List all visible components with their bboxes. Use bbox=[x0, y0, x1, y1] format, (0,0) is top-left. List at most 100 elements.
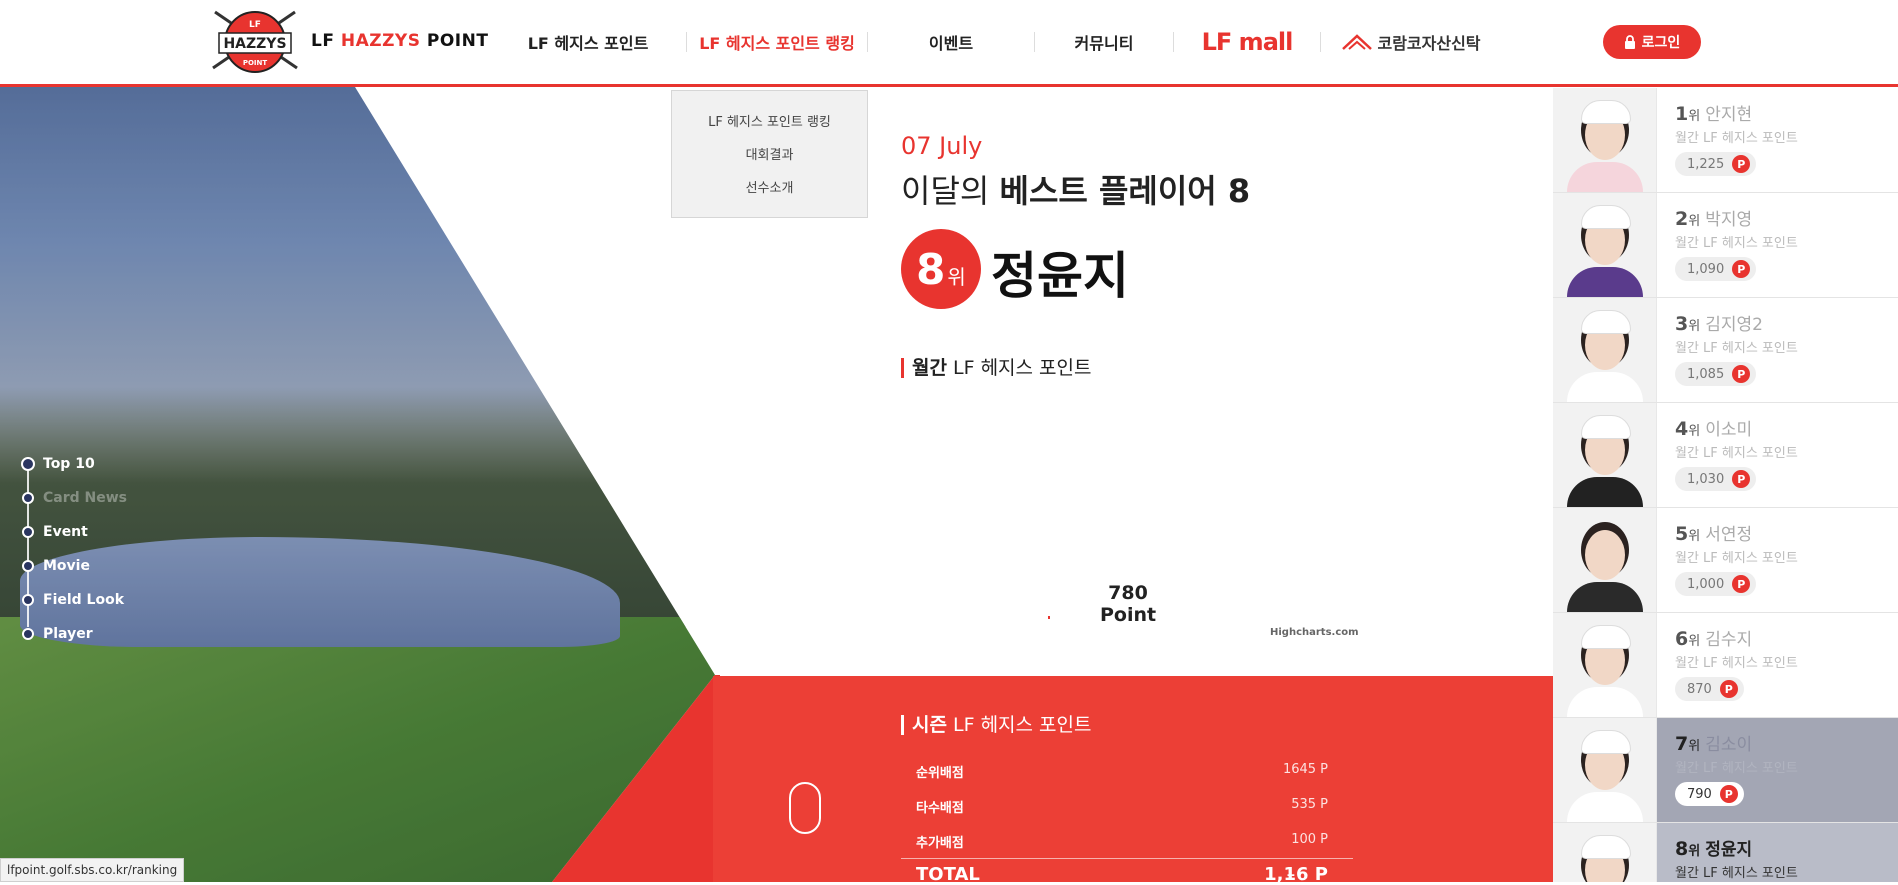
point-icon: P bbox=[1732, 575, 1751, 593]
feature-headline: 이달의 베스트 플레이어 8 bbox=[901, 166, 1250, 212]
points-caption: 월간 LF 헤지스 포인트 bbox=[1675, 236, 1798, 251]
cap bbox=[1581, 205, 1631, 229]
monthly-title-rest: LF 헤지스 포인트 bbox=[953, 357, 1092, 379]
score-label: 순위배점 bbox=[916, 766, 964, 781]
ranking-item-6[interactable]: 6 위 김수지 월간 LF 헤지스 포인트 870 P bbox=[1553, 613, 1898, 718]
points-badge: 1,000 P bbox=[1675, 572, 1757, 596]
kolon-link[interactable]: 코람코자산신탁 bbox=[1321, 30, 1501, 54]
point-icon: P bbox=[1732, 365, 1751, 383]
section-nav-card-news[interactable]: Card News bbox=[22, 481, 127, 515]
ranking-item-8[interactable]: 8 위 정윤지 월간 LF 헤지스 포인트 bbox=[1553, 823, 1898, 882]
ranking-item-5[interactable]: 5 위 서연정 월간 LF 헤지스 포인트 1,000 P bbox=[1553, 508, 1898, 613]
cap bbox=[1581, 625, 1631, 649]
site-logo[interactable]: HAZZYS LF POINT LF HAZZYS POINT bbox=[205, 6, 488, 76]
rank-unit: 위 bbox=[947, 264, 966, 289]
shirt bbox=[1567, 792, 1643, 822]
section-nav-label: Field Look bbox=[43, 592, 125, 608]
ranking-item-1[interactable]: 1 위 안지현 월간 LF 헤지스 포인트 1,225 P bbox=[1553, 88, 1898, 193]
login-label: 로그인 bbox=[1641, 35, 1681, 51]
shirt bbox=[1567, 582, 1643, 612]
nav-event[interactable]: 이벤트 bbox=[868, 30, 1034, 54]
player-name: 김지영2 bbox=[1705, 315, 1763, 335]
rank-number: 8 bbox=[916, 244, 946, 294]
dropdown-item-players[interactable]: 선수소개 bbox=[746, 177, 794, 196]
monthly-ranking-list: 1 위 안지현 월간 LF 헤지스 포인트 1,225 P 2 위 박지영 월간 LF 헤… bbox=[1553, 88, 1898, 882]
section-nav-field-look[interactable]: Field Look bbox=[22, 583, 127, 617]
nav-lf-hazzys-point[interactable]: LF 헤지스 포인트 bbox=[490, 30, 686, 54]
dropdown-item-results[interactable]: 대회결과 bbox=[746, 144, 794, 163]
point-icon: P bbox=[1732, 260, 1751, 278]
rank-number: 5 bbox=[1675, 523, 1689, 545]
points-caption: 월간 LF 헤지스 포인트 bbox=[1675, 866, 1798, 881]
section-nav-player[interactable]: Player bbox=[22, 617, 127, 651]
player-name: 김소이 bbox=[1705, 735, 1753, 755]
season-points-title: 시즌 LF 헤지스 포인트 bbox=[901, 715, 1092, 735]
player-photo bbox=[1553, 403, 1657, 507]
point-icon: P bbox=[1732, 155, 1751, 173]
points-value: 1,225 bbox=[1687, 156, 1725, 172]
points-value: 1,090 bbox=[1687, 261, 1725, 277]
scroll-toggle-button[interactable] bbox=[789, 782, 821, 834]
nav-community[interactable]: 커뮤니티 bbox=[1035, 30, 1173, 54]
score-value: 1645 P bbox=[1282, 762, 1328, 777]
monthly-point-value: 780 Point bbox=[1100, 582, 1156, 626]
rank-number: 3 bbox=[1675, 313, 1689, 335]
featured-player-name: 정윤지 bbox=[991, 247, 1129, 305]
logo-wordmark: LF HAZZYS POINT bbox=[311, 31, 489, 51]
section-nav-top10[interactable]: Top 10 bbox=[21, 447, 127, 481]
ranking-item-4[interactable]: 4 위 이소미 월간 LF 헤지스 포인트 1,030 P bbox=[1553, 403, 1898, 508]
lfmall-link[interactable]: LF mall bbox=[1174, 28, 1320, 56]
monthly-title-bold: 월간 bbox=[912, 357, 947, 379]
points-caption: 월간 LF 헤지스 포인트 bbox=[1675, 761, 1798, 776]
shirt bbox=[1567, 477, 1643, 507]
score-label: 타수배점 bbox=[916, 801, 964, 816]
site-header: HAZZYS LF POINT LF HAZZYS POINT LF 헤지스 포… bbox=[0, 0, 1898, 87]
section-nav-label: Event bbox=[43, 524, 88, 540]
cap bbox=[1581, 310, 1631, 334]
rank-unit: 위 bbox=[1688, 634, 1701, 649]
season-title-rest: LF 헤지스 포인트 bbox=[953, 714, 1092, 736]
rank-badge: 8 위 bbox=[901, 229, 981, 309]
points-caption: 월간 LF 헤지스 포인트 bbox=[1675, 551, 1798, 566]
ranking-item-2[interactable]: 2 위 박지영 월간 LF 헤지스 포인트 1,090 P bbox=[1553, 193, 1898, 298]
player-photo bbox=[1553, 298, 1657, 402]
headline-prefix: 이달의 bbox=[901, 172, 990, 210]
ranking-item-3[interactable]: 3 위 김지영2 월간 LF 헤지스 포인트 1,085 P bbox=[1553, 298, 1898, 403]
points-badge: 1,225 P bbox=[1675, 152, 1757, 176]
points-caption: 월간 LF 헤지스 포인트 bbox=[1675, 446, 1798, 461]
section-nav-event[interactable]: Event bbox=[22, 515, 127, 549]
golf-course-hero-image: Top 10 Card News Event Movie Field Look … bbox=[0, 87, 720, 882]
points-badge: 1,085 P bbox=[1675, 362, 1757, 386]
highcharts-credit[interactable]: Highcharts.com bbox=[1270, 627, 1359, 638]
section-nav: Top 10 Card News Event Movie Field Look … bbox=[21, 447, 127, 651]
shirt bbox=[1567, 162, 1643, 192]
headline-bold: 베스트 플레이어 8 bbox=[999, 172, 1251, 210]
rank-unit: 위 bbox=[1688, 109, 1701, 124]
shirt bbox=[1567, 687, 1643, 717]
monthly-point-unit: Point bbox=[1100, 604, 1157, 626]
svg-text:POINT: POINT bbox=[243, 59, 268, 67]
dropdown-item-ranking[interactable]: LF 헤지스 포인트 랭킹 bbox=[708, 111, 831, 130]
points-badge: 790 P bbox=[1675, 782, 1744, 806]
nav-dot-icon bbox=[22, 628, 34, 640]
rank-number: 6 bbox=[1675, 628, 1689, 650]
kolon-logo-icon bbox=[1342, 34, 1373, 50]
ranking-item-7[interactable]: 7 위 김소이 월간 LF 헤지스 포인트 790 P bbox=[1553, 718, 1898, 823]
shirt bbox=[1567, 372, 1643, 402]
section-nav-movie[interactable]: Movie bbox=[22, 549, 127, 583]
score-row-rank: 순위배점 1645 P bbox=[916, 762, 1328, 781]
player-name: 박지영 bbox=[1705, 210, 1753, 230]
login-button[interactable]: 로그인 bbox=[1603, 25, 1701, 59]
score-value: 100 P bbox=[1291, 832, 1328, 847]
cap bbox=[1581, 415, 1631, 439]
cap bbox=[1581, 730, 1631, 754]
rank-number: 8 bbox=[1675, 838, 1689, 860]
rank-unit: 위 bbox=[1688, 739, 1701, 754]
player-name: 이소미 bbox=[1705, 420, 1753, 440]
total-divider bbox=[901, 858, 1353, 859]
svg-text:LF: LF bbox=[249, 20, 261, 30]
section-nav-label: Card News bbox=[43, 490, 127, 506]
nav-lf-hazzys-ranking[interactable]: LF 헤지스 포인트 랭킹 bbox=[687, 30, 867, 54]
player-photo bbox=[1553, 823, 1657, 882]
nav-dot-icon bbox=[21, 457, 35, 471]
